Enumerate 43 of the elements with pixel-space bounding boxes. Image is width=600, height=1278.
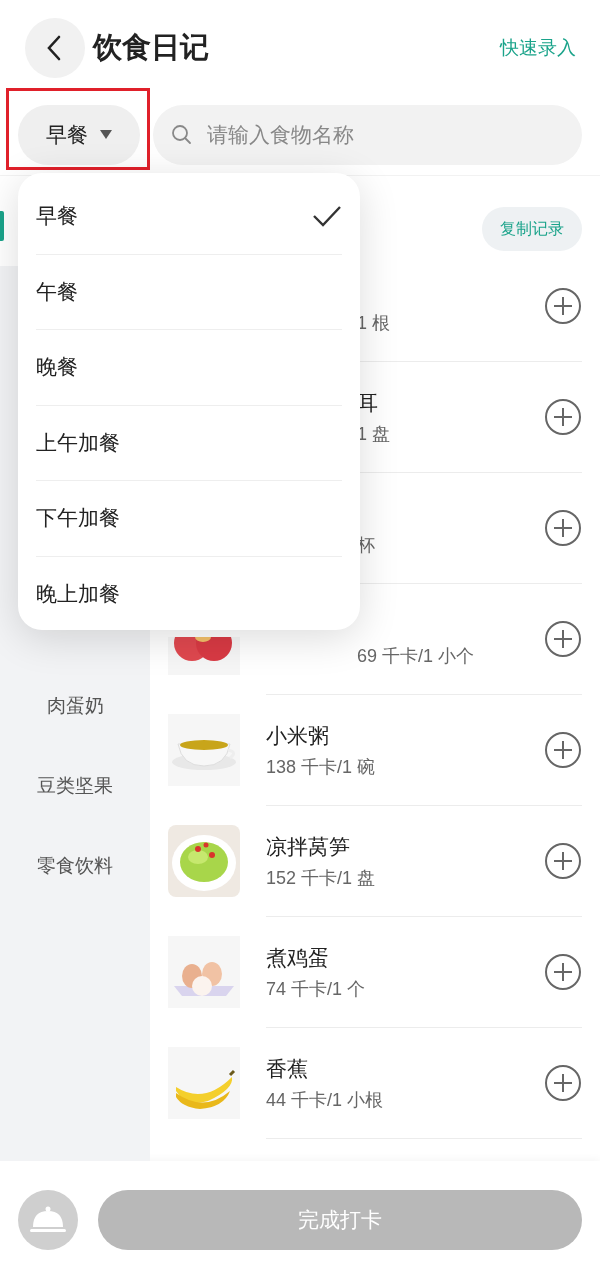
active-indicator	[0, 211, 4, 241]
add-button[interactable]	[544, 953, 582, 991]
plus-circle-icon	[544, 287, 582, 325]
add-button[interactable]	[544, 842, 582, 880]
search-field[interactable]: 请输入食物名称	[153, 105, 582, 165]
calorie-text: 44 千卡/1 小根	[266, 1089, 384, 1112]
calorie-text: 152 千卡/1 盘	[266, 867, 376, 890]
meal-option[interactable]: 早餐	[36, 179, 342, 255]
check-icon	[312, 205, 342, 228]
plus-circle-icon	[544, 1064, 582, 1102]
calorie-text: 69 千卡/1 小个	[357, 645, 475, 668]
cloche-icon	[30, 1205, 66, 1235]
add-button[interactable]	[544, 509, 582, 547]
calorie-text: 74 千卡/1 个	[266, 978, 366, 1001]
category-item[interactable]: 肉蛋奶	[0, 666, 150, 746]
plus-circle-icon	[544, 842, 582, 880]
plus-circle-icon	[544, 731, 582, 769]
meal-selector[interactable]: 早餐	[18, 105, 140, 165]
calorie-text: 138 千卡/1 碗	[266, 756, 376, 779]
page-title: 饮食日记	[93, 29, 210, 65]
meal-option[interactable]: 晚餐	[36, 330, 342, 406]
add-button[interactable]	[544, 398, 582, 436]
meal-option[interactable]: 下午加餐	[36, 481, 342, 557]
plus-circle-icon	[544, 509, 582, 547]
food-name: 凉拌莴笋	[266, 834, 350, 860]
category-item[interactable]: 零食饮料	[0, 826, 150, 906]
meal-option[interactable]: 上午加餐	[36, 405, 342, 481]
add-button[interactable]	[544, 731, 582, 769]
food-name: 耳	[357, 390, 378, 416]
add-button[interactable]	[544, 287, 582, 325]
search-icon	[171, 124, 193, 146]
food-name: 香蕉	[266, 1056, 308, 1082]
food-name: 煮鸡蛋	[266, 945, 329, 971]
plus-circle-icon	[544, 953, 582, 991]
category-item[interactable]: 豆类坚果	[0, 746, 150, 826]
dropdown-caret-icon	[100, 130, 112, 140]
add-button[interactable]	[544, 620, 582, 658]
add-button[interactable]	[544, 1064, 582, 1102]
meal-option[interactable]: 午餐	[36, 254, 342, 330]
meal-option[interactable]: 晚上加餐	[36, 556, 342, 631]
food-name: 小米粥	[266, 723, 329, 749]
plus-circle-icon	[544, 398, 582, 436]
plus-circle-icon	[544, 620, 582, 658]
